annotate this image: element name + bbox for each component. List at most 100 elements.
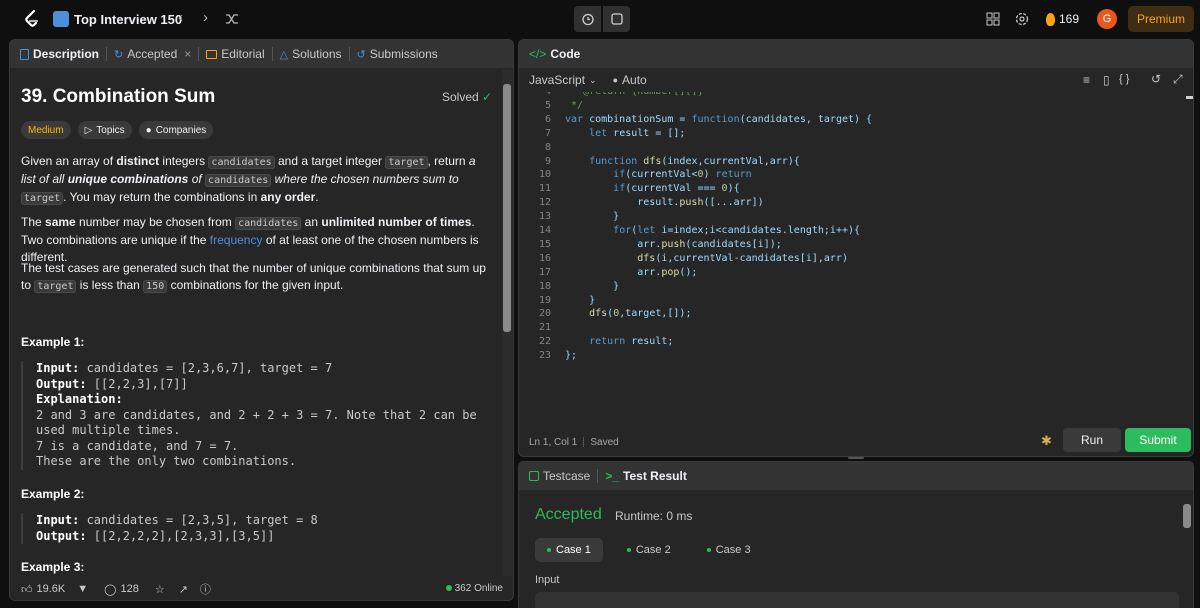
companies-chip[interactable]: ● Companies — [138, 121, 214, 139]
code-line[interactable]: 5 */ — [519, 100, 1183, 114]
case-3-tab[interactable]: Case 3 — [695, 538, 763, 562]
submit-button[interactable]: Submit — [1125, 428, 1191, 452]
line-number: 13 — [538, 211, 551, 223]
tab-submissions-label: Submissions — [369, 47, 438, 61]
tab-test-result-label: Test Result — [623, 469, 687, 483]
line-source: dfs(i,currentVal-candidates[i],arr) — [637, 252, 848, 264]
topics-label: Topics — [96, 124, 125, 136]
difficulty-badge: Medium — [21, 121, 71, 139]
tab-description[interactable]: Description — [20, 47, 99, 61]
line-number: 22 — [538, 336, 551, 348]
code-line[interactable]: 13 } — [519, 211, 1183, 225]
alarm-clock-icon — [581, 13, 594, 26]
code-line[interactable]: 17 arr.pop(); — [519, 267, 1183, 281]
code-line[interactable]: 16 dfs(i,currentVal-candidates[i],arr) — [519, 253, 1183, 267]
test-panel: Testcase >_ Test Result Accepted Runtime… — [518, 461, 1194, 608]
test-scrollbar[interactable] — [1181, 492, 1193, 608]
description-scrollbar[interactable] — [502, 70, 512, 600]
status-divider — [583, 437, 585, 447]
bookmark-icon[interactable]: ▯ — [1103, 73, 1110, 87]
tab-divider — [106, 47, 108, 61]
streak-count: 169 — [1059, 12, 1080, 26]
scrollbar-indicator — [1186, 96, 1193, 99]
flask-icon: △ — [279, 48, 289, 61]
scrollbar-thumb[interactable] — [1183, 504, 1191, 528]
topics-chip[interactable]: ▷ Topics — [77, 121, 132, 139]
expand-icon[interactable]: ⤢ — [1173, 72, 1183, 87]
tab-editorial[interactable]: Editorial — [206, 47, 265, 61]
code-line[interactable]: 18 } — [519, 281, 1183, 295]
line-source: }; — [565, 350, 578, 362]
pass-dot-icon — [706, 548, 711, 552]
tab-test-result[interactable]: >_ Test Result — [605, 469, 686, 483]
star-icon[interactable]: ☆ — [155, 583, 165, 596]
format-icon[interactable]: ≡ — [1083, 73, 1090, 87]
braces-icon[interactable]: { } — [1119, 73, 1129, 85]
code-line[interactable]: 4 @return {number[][]} — [519, 92, 1183, 100]
code-line[interactable]: 19 } — [519, 295, 1183, 309]
study-plan-icon[interactable] — [53, 11, 69, 27]
code-line[interactable]: 15 arr.push(candidates[i]); — [519, 239, 1183, 253]
notes-button[interactable] — [603, 6, 630, 32]
tab-submissions[interactable]: ↺ Submissions — [357, 47, 438, 61]
tab-testcase[interactable]: Testcase — [529, 469, 590, 483]
tab-accepted[interactable]: ↻ Accepted × — [114, 47, 191, 61]
save-status: Saved — [590, 436, 619, 448]
tab-editorial-label: Editorial — [221, 47, 265, 61]
line-source: for(let i=index;i<candidates.length;i++)… — [613, 225, 861, 236]
frequency-link[interactable]: frequency — [210, 233, 263, 247]
editor-scrollbar[interactable] — [1185, 92, 1193, 418]
description-icon — [20, 48, 29, 60]
accepted-icon: ↻ — [114, 48, 124, 61]
case-1-tab[interactable]: Case 1 — [535, 538, 603, 562]
code-line[interactable]: 20 dfs(0,target,[]); — [519, 308, 1183, 322]
shuffle-icon[interactable] — [225, 12, 239, 26]
line-number: 6 — [544, 113, 551, 125]
leetcode-logo-icon[interactable] — [22, 9, 40, 29]
tag-icon: ▷ — [84, 124, 93, 136]
scrollbar-thumb[interactable] — [503, 84, 511, 332]
case-2-tab[interactable]: Case 2 — [615, 538, 683, 562]
language-select[interactable]: JavaScript ⌄ — [529, 73, 597, 87]
comment-icon: ◯ — [104, 583, 117, 596]
reset-icon[interactable]: ↺ — [1151, 72, 1161, 86]
code-line[interactable]: 9 function dfs(index,currentVal,arr){ — [519, 156, 1183, 170]
share-icon[interactable]: ↗ — [179, 583, 188, 596]
next-problem-icon[interactable]: › — [203, 9, 208, 26]
code-line[interactable]: 12 result.push([...arr]) — [519, 197, 1183, 211]
help-icon[interactable]: ⓘ — [200, 581, 211, 597]
code-line[interactable]: 8 — [519, 142, 1183, 156]
like-button[interactable]: 👍︎ 19.6K — [21, 583, 65, 596]
code-line[interactable]: 14 for(let i=index;i<candidates.length;i… — [519, 225, 1183, 239]
panel-resize-handle[interactable] — [848, 457, 864, 459]
close-tab-icon[interactable]: × — [184, 47, 191, 61]
run-button[interactable]: Run — [1063, 428, 1121, 452]
avatar[interactable]: G — [1097, 9, 1117, 29]
code-line[interactable]: 22 return result; — [519, 336, 1183, 350]
layout-grid-icon[interactable] — [985, 11, 1001, 27]
code-editor[interactable]: 4 @return {number[][]}5 */6var combinati… — [519, 92, 1183, 418]
line-source: } — [565, 294, 596, 306]
code-line[interactable]: 7 let result = []; — [519, 128, 1183, 142]
streak-counter[interactable]: 169 — [1046, 12, 1079, 26]
debug-bug-icon[interactable]: ✱ — [1041, 433, 1052, 449]
settings-gear-icon[interactable] — [1014, 11, 1030, 27]
online-count: 362 Online — [445, 583, 503, 594]
tab-solutions[interactable]: △ Solutions — [280, 47, 342, 61]
description-footer: 👍︎ 19.6K ▼ ◯ 128 ☆ ↗ ⓘ 362 Online — [10, 576, 513, 600]
code-line[interactable]: 10 if(currentVal<0) return — [519, 169, 1183, 183]
thumbs-down-icon[interactable]: ▼ — [77, 583, 88, 595]
premium-button[interactable]: Premium — [1128, 6, 1194, 32]
language-label: JavaScript — [529, 73, 586, 87]
line-number: 5 — [544, 99, 551, 111]
code-line[interactable]: 11 if(currentVal === 0){ — [519, 183, 1183, 197]
comments-button[interactable]: ◯ 128 — [104, 583, 139, 596]
companies-label: Companies — [155, 124, 207, 136]
prev-problem-icon[interactable]: ‹ — [178, 9, 183, 26]
code-line[interactable]: 23}; — [519, 350, 1183, 364]
code-line[interactable]: 6 var combinationSum = function(candidate… — [519, 114, 1183, 128]
code-line[interactable]: 21 — [519, 322, 1183, 336]
timer-button[interactable] — [574, 6, 601, 32]
mode-toggle[interactable]: ● Auto — [613, 73, 647, 87]
problem-list-title[interactable]: Top Interview 150 — [74, 12, 182, 27]
